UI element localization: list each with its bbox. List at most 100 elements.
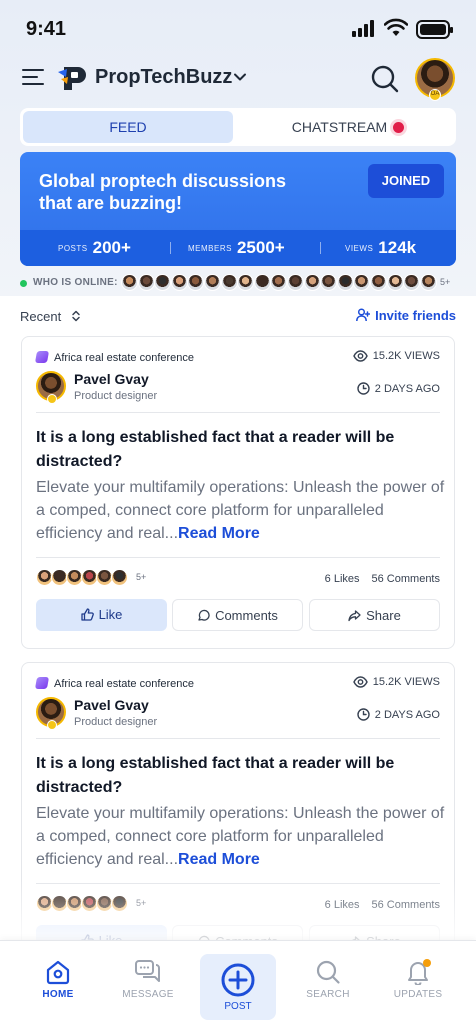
wifi-icon [384, 18, 408, 36]
read-more-link[interactable]: Read More [178, 525, 260, 542]
online-more[interactable]: 5+ [440, 277, 450, 287]
online-strip: WHO IS ONLINE: 5+ [20, 273, 460, 293]
online-user-avatar[interactable] [270, 274, 288, 291]
online-user-avatar[interactable] [303, 274, 321, 291]
community-tag[interactable]: Africa real estate conference [34, 351, 194, 364]
author-badge [47, 394, 57, 404]
avatar[interactable]: OA [415, 58, 455, 101]
likes-count[interactable]: 6 Likes [325, 573, 360, 585]
nav-updates[interactable]: UPDATES [378, 959, 458, 1000]
bottom-nav: HOME MESSAGE POST SEARCH UPDATES [0, 940, 476, 1031]
time-ago: 2 DAYS AGO [374, 383, 440, 395]
online-user-avatar[interactable] [204, 274, 221, 291]
author-avatar[interactable] [36, 371, 66, 404]
clock-icon [357, 708, 370, 721]
share-button[interactable]: Share [309, 599, 440, 631]
online-user-avatar[interactable] [287, 274, 304, 291]
stat-label: VIEWS [345, 243, 374, 253]
online-user-avatar[interactable] [403, 274, 421, 291]
author-avatar[interactable] [36, 697, 66, 730]
post-title[interactable]: It is a long established fact that a rea… [36, 426, 436, 474]
sort-dropdown[interactable]: Recent [20, 309, 81, 324]
notification-dot-icon [423, 959, 431, 967]
invite-friends-link[interactable]: Invite friends [356, 308, 456, 323]
battery-icon [416, 20, 453, 39]
likers-avatars[interactable]: 5+ [36, 569, 186, 587]
post-views: 15.2K VIEWS [352, 676, 440, 688]
community-icon [34, 351, 50, 363]
nav-post[interactable]: POST [200, 954, 276, 1020]
user-plus-icon [356, 308, 371, 322]
joined-button[interactable]: JOINED [368, 164, 444, 198]
online-user-avatar[interactable] [353, 274, 371, 291]
online-user-avatar[interactable] [419, 274, 437, 291]
views-count: 15.2K VIEWS [372, 676, 440, 688]
nav-post-label: POST [224, 1001, 252, 1012]
online-user-avatar[interactable] [320, 274, 338, 291]
online-dot-icon [20, 280, 27, 287]
read-more-link[interactable]: Read More [178, 851, 260, 868]
like-button[interactable]: Like [36, 599, 167, 631]
share-label: Share [366, 608, 401, 623]
online-user-avatar[interactable] [137, 274, 155, 291]
post-card[interactable]: Africa real estate conference 15.2K VIEWS… [21, 336, 455, 649]
online-user-avatar[interactable] [237, 274, 255, 291]
online-user-avatar[interactable] [154, 274, 172, 291]
online-user-avatar[interactable] [386, 274, 404, 291]
nav-message-label: MESSAGE [122, 989, 174, 1000]
avatar-badge: OA [429, 89, 441, 101]
community-tag[interactable]: Africa real estate conference [34, 677, 195, 690]
brand-name[interactable]: PropTechBuzz [95, 66, 232, 89]
tab-feed[interactable]: FEED [23, 111, 233, 143]
online-user-avatar[interactable] [370, 274, 387, 291]
nav-message[interactable]: MESSAGE [108, 959, 188, 1000]
online-user-avatar[interactable] [121, 274, 138, 291]
online-user-avatar[interactable] [187, 274, 205, 291]
nav-home[interactable]: HOME [18, 959, 98, 1000]
stat-value: 2500+ [236, 238, 285, 257]
stat-label: MEMBERS [188, 243, 232, 253]
comment-icon [198, 609, 210, 621]
search-icon[interactable] [370, 64, 400, 94]
divider [36, 557, 440, 558]
stat-posts: POSTS 200+ [58, 230, 131, 266]
comments-button[interactable]: Comments [172, 599, 303, 631]
nav-search-label: SEARCH [306, 989, 350, 1000]
author-badge [47, 720, 57, 730]
nav-home-label: HOME [42, 989, 74, 1000]
post-body: Elevate your multifamily operations: Unl… [36, 476, 446, 545]
divider [170, 242, 171, 254]
menu-icon[interactable] [22, 69, 44, 87]
chevron-down-icon[interactable] [233, 70, 247, 84]
nav-search[interactable]: SEARCH [288, 959, 368, 1000]
author-name[interactable]: Pavel Gvay [74, 371, 149, 387]
community-name: Africa real estate conference [54, 678, 195, 690]
nav-updates-label: UPDATES [393, 989, 443, 1000]
divider [36, 412, 440, 413]
stat-value: 200+ [92, 238, 131, 257]
online-label: WHO IS ONLINE: [33, 277, 118, 288]
online-user-avatar[interactable] [336, 274, 354, 291]
author-name[interactable]: Pavel Gvay [74, 697, 149, 713]
signal-icon [352, 20, 374, 37]
community-icon [34, 677, 50, 689]
eye-icon [352, 676, 368, 688]
online-user-avatar[interactable] [253, 274, 271, 291]
home-icon [46, 960, 70, 985]
divider [320, 242, 321, 254]
author-role: Product designer [74, 390, 158, 402]
eye-icon [352, 350, 368, 362]
banner-title: Global proptech discussions that are buz… [39, 171, 287, 213]
thumbs-up-icon [80, 608, 94, 621]
comments-label: Comments [215, 608, 278, 623]
online-user-avatar[interactable] [220, 274, 238, 291]
search-icon [316, 960, 340, 984]
tab-chatstream[interactable]: CHATSTREAM [243, 111, 453, 143]
divider [36, 738, 440, 739]
comments-count[interactable]: 56 Comments [372, 573, 440, 585]
author-role: Product designer [74, 716, 158, 728]
invite-label: Invite friends [375, 308, 456, 323]
online-user-avatar[interactable] [170, 274, 188, 291]
time-ago: 2 DAYS AGO [374, 709, 440, 721]
post-title[interactable]: It is a long established fact that a rea… [36, 752, 436, 800]
